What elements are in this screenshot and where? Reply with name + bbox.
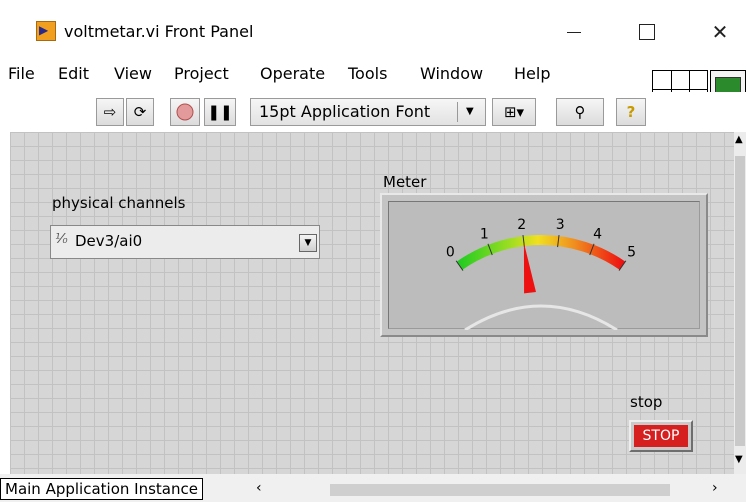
meter-face: 0 1 2 3 4 5: [388, 201, 700, 332]
menu-edit[interactable]: Edit: [58, 64, 89, 83]
menu-project[interactable]: Project: [174, 64, 229, 83]
minimize-button[interactable]: [551, 14, 597, 50]
vertical-scroll-thumb[interactable]: [735, 156, 745, 446]
align-objects-icon[interactable]: ⊞▾: [492, 98, 536, 126]
meter-needle: [523, 243, 536, 294]
meter-tick-label: 2: [517, 217, 526, 233]
menu-help[interactable]: Help: [514, 64, 550, 83]
meter-indicator: 0 1 2 3 4 5: [380, 193, 708, 337]
menu-bar: File Edit View Project Operate Tools Win…: [0, 58, 746, 92]
font-dropdown-label: 15pt Application Font: [259, 102, 431, 121]
meter-tick-label: 1: [480, 226, 489, 242]
meter-label: Meter: [383, 173, 427, 191]
menu-window[interactable]: Window: [420, 64, 483, 83]
scroll-left-icon[interactable]: ‹: [256, 480, 262, 496]
maximize-button[interactable]: [623, 14, 669, 50]
run-continuous-icon[interactable]: ⟳: [126, 98, 154, 126]
menu-tools[interactable]: Tools: [348, 64, 387, 83]
meter-pivot-arc: [464, 304, 618, 332]
pause-icon[interactable]: ❚❚: [204, 98, 236, 126]
scroll-right-icon[interactable]: ›: [712, 480, 718, 496]
application-instance-label[interactable]: Main Application Instance: [0, 478, 203, 500]
window-title: voltmetar.vi Front Panel: [64, 22, 254, 41]
font-dropdown[interactable]: 15pt Application Font ▼: [250, 98, 486, 126]
stop-button-text: STOP: [634, 425, 688, 447]
physical-channels-value[interactable]: Dev3/ai0: [75, 232, 142, 250]
vertical-scrollbar[interactable]: ▲ ▼: [734, 132, 746, 474]
labview-app-icon: ▶: [36, 21, 56, 41]
status-bar: Main Application Instance ‹ ›: [0, 474, 746, 502]
meter-tick-label: 3: [556, 217, 565, 233]
meter-scale-arc: [456, 235, 626, 270]
physical-channels-control[interactable]: ⅟₀ Dev3/ai0 ▼: [50, 225, 320, 259]
scroll-up-icon[interactable]: ▲: [735, 134, 743, 145]
menu-operate[interactable]: Operate: [260, 64, 325, 83]
menu-file[interactable]: File: [8, 64, 35, 83]
toolbar: ⇨ ⟳ ❚❚ 15pt Application Font ▼ ⊞▾ ⚲ ?: [0, 92, 746, 132]
physical-channels-label: physical channels: [52, 194, 186, 212]
context-help-icon[interactable]: ?: [616, 98, 646, 126]
search-icon[interactable]: ⚲: [556, 98, 604, 126]
run-arrow-icon[interactable]: ⇨: [96, 98, 124, 126]
meter-dial: 0 1 2 3 4 5: [446, 217, 636, 332]
close-button[interactable]: ✕: [697, 14, 743, 50]
chevron-down-icon: ▼: [466, 106, 474, 117]
stop-button[interactable]: STOP: [629, 420, 693, 452]
title-bar: ▶ voltmetar.vi Front Panel ✕: [0, 0, 746, 58]
io-name-icon: ⅟₀: [55, 232, 68, 247]
horizontal-scroll-thumb[interactable]: [330, 484, 670, 496]
chevron-down-icon[interactable]: ▼: [299, 234, 317, 252]
stop-label: stop: [630, 393, 663, 411]
scroll-down-icon[interactable]: ▼: [735, 454, 743, 465]
meter-tick-label: 4: [593, 226, 602, 242]
abort-execution-icon[interactable]: [170, 98, 200, 126]
meter-tick-label: 5: [627, 245, 636, 261]
horizontal-scrollbar[interactable]: ‹ ›: [246, 478, 746, 500]
menu-view[interactable]: View: [114, 64, 152, 83]
meter-tick-label: 0: [446, 245, 455, 261]
